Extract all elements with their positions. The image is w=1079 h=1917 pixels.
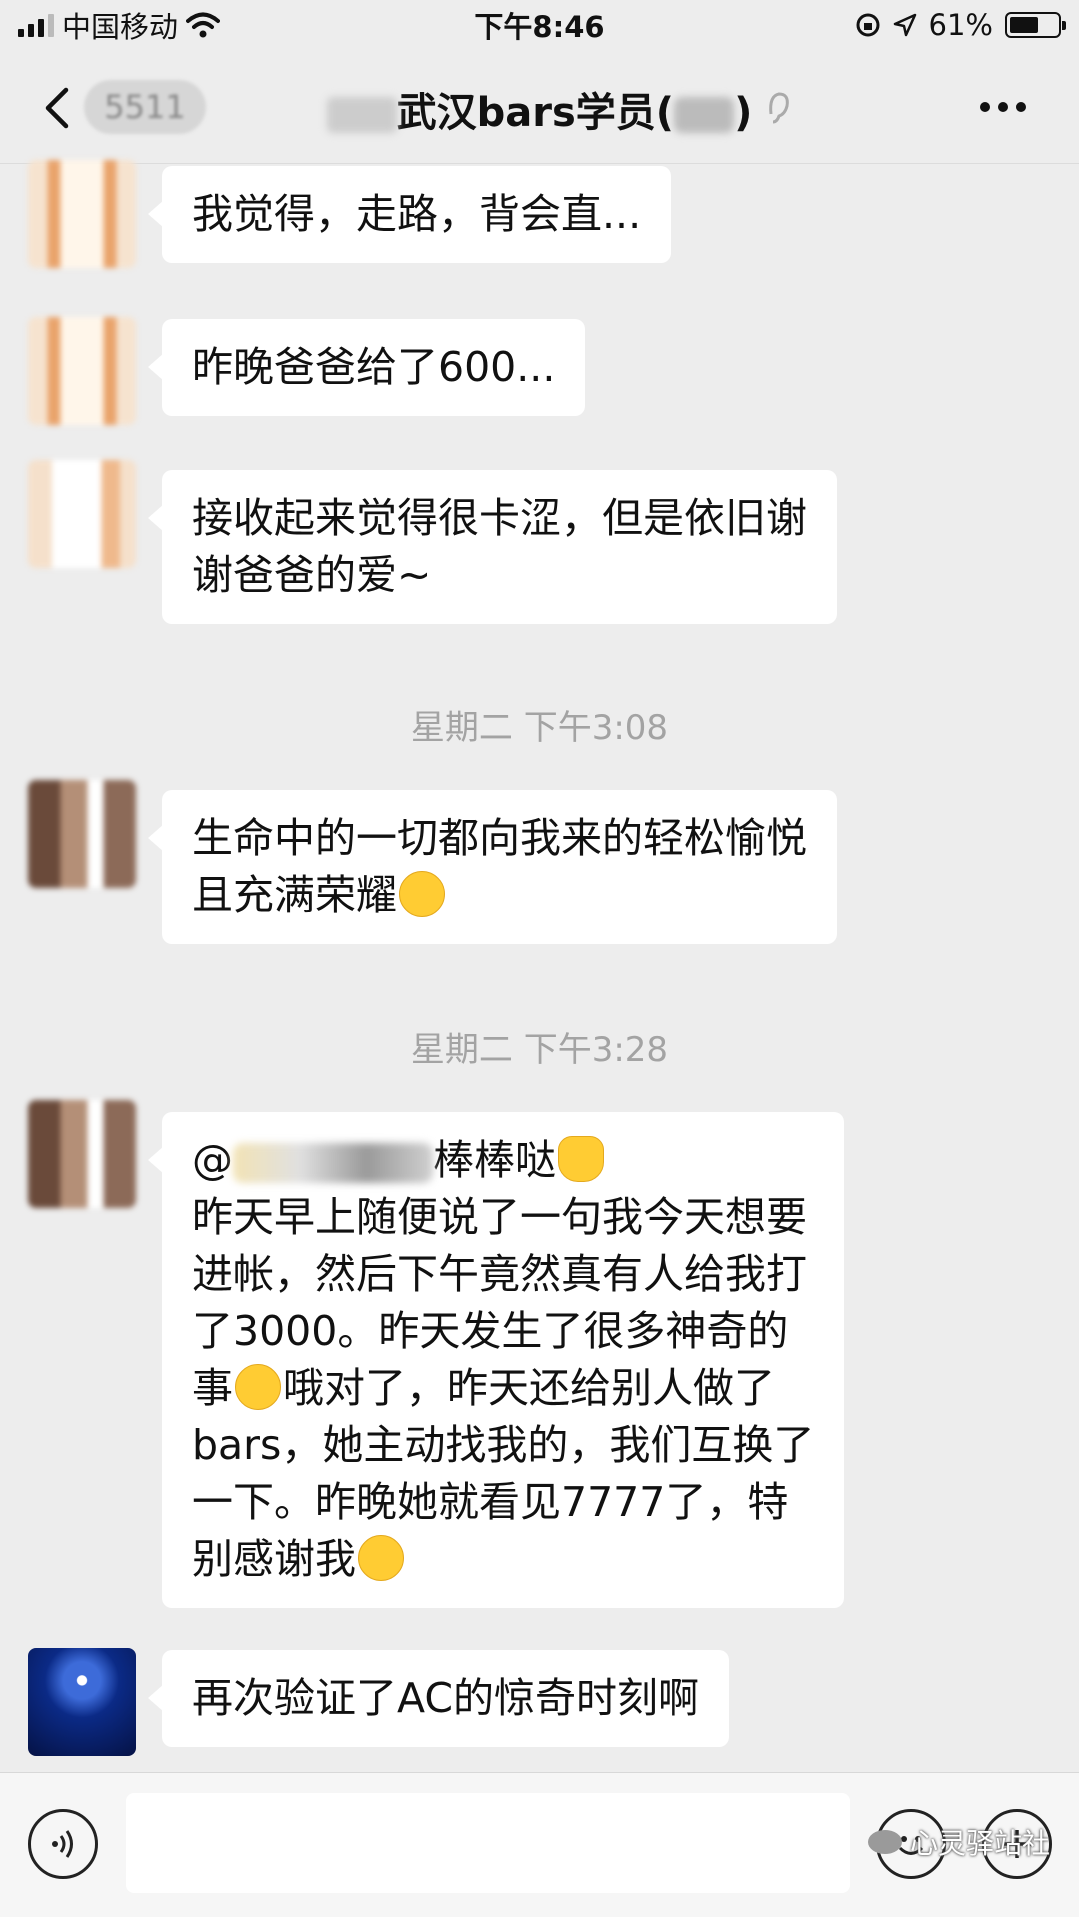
message-text: 一下。昨晚她就看见7777了，特 — [192, 1478, 789, 1526]
mention-at: @ — [192, 1136, 233, 1184]
battery-icon — [1005, 12, 1066, 38]
voice-icon[interactable] — [28, 1809, 98, 1879]
timestamp: 星期二 下午3:08 — [410, 708, 669, 748]
wink-tongue-emoji — [358, 1535, 404, 1581]
message-line: 且充满荣耀 — [192, 867, 807, 924]
message-text: 了3000。昨天发生了很多神奇的 — [192, 1307, 789, 1355]
smile-emoji — [399, 871, 445, 917]
message-text: 昨晚爸爸给了600... — [192, 343, 556, 391]
chat-title-suffix: ) — [734, 90, 753, 136]
message-bubble[interactable]: 生命中的一切都向我来的轻松愉悦 且充满荣耀 — [148, 790, 837, 944]
chat-nav-bar: 5511 武汉bars学员() — [0, 52, 1079, 164]
message-line: 别感谢我 — [192, 1531, 814, 1588]
chat-title-text: 武汉bars学员( — [396, 90, 675, 136]
message-text: 我觉得，走路，背会直... — [192, 190, 642, 238]
message-line: 事 哦对了，昨天还给别人做了 — [192, 1360, 814, 1417]
blurred-mention — [233, 1143, 433, 1183]
mute-icon — [769, 92, 789, 124]
battery-fill — [1010, 17, 1039, 33]
avatar[interactable] — [28, 160, 136, 268]
timestamp: 星期二 下午3:28 — [410, 1030, 669, 1070]
message-text: 事 — [192, 1364, 233, 1412]
message-text: 进帐，然后下午竟然真有人给我打 — [192, 1250, 807, 1298]
blurred-count — [674, 97, 735, 133]
watermark: 心灵驿站社 — [868, 1822, 1050, 1862]
message-bubble[interactable]: 昨晚爸爸给了600... — [147, 319, 586, 416]
chat-title[interactable]: 武汉bars学员() — [0, 80, 1079, 138]
avatar[interactable] — [28, 1100, 136, 1208]
watermark-text: 心灵驿站社 — [910, 1827, 1051, 1860]
status-left: 中国移动 — [18, 4, 221, 46]
message-text: bars，她主动找我的，我们互换了 — [192, 1421, 815, 1469]
mention-text: 棒棒哒 — [433, 1136, 556, 1184]
wechat-logo-icon — [868, 1830, 902, 1854]
message-text: 哦对了，昨天还给别人做了 — [283, 1364, 775, 1412]
status-bar: 中国移动 下午8:46 61% — [0, 0, 1079, 50]
avatar[interactable] — [28, 460, 136, 568]
carrier-label: 中国移动 — [62, 10, 179, 44]
message-text: 接收起来觉得很卡涩，但是依旧谢 — [192, 494, 807, 542]
message-text: 再次验证了AC的惊奇时刻啊 — [192, 1674, 699, 1722]
message-text: 昨天早上随便说了一句我今天想要 — [192, 1193, 807, 1241]
grin-emoji — [235, 1364, 281, 1410]
message-bubble[interactable]: 接收起来觉得很卡涩，但是依旧谢 谢爸爸的爱~ — [148, 470, 837, 624]
status-right: 61% — [855, 8, 1066, 42]
message-text: 别感谢我 — [192, 1535, 356, 1583]
message-bubble[interactable]: 再次验证了AC的惊奇时刻啊 — [148, 1650, 729, 1747]
more-icon[interactable] — [980, 102, 1026, 112]
thumbs-up-emoji — [558, 1136, 604, 1182]
message-text: 谢爸爸的爱~ — [192, 551, 432, 599]
avatar[interactable] — [28, 1648, 136, 1756]
orientation-lock-icon — [856, 13, 880, 37]
signal-icon — [18, 13, 54, 37]
wifi-icon — [186, 12, 221, 38]
battery-percent: 61% — [928, 8, 993, 42]
message-text: 且充满荣耀 — [192, 871, 397, 919]
message-bubble[interactable]: 我觉得，走路，背会直... — [147, 166, 672, 263]
avatar[interactable] — [28, 317, 136, 425]
message-text: 生命中的一切都向我来的轻松愉悦 — [192, 814, 807, 862]
location-icon — [893, 13, 916, 37]
message-bubble[interactable]: @ 棒棒哒 昨天早上随便说了一句我今天想要 进帐，然后下午竟然真有人给我打 了30… — [147, 1112, 845, 1608]
blurred-name — [326, 97, 397, 133]
message-input[interactable] — [126, 1793, 850, 1893]
avatar[interactable] — [28, 780, 136, 888]
mention-line: @ 棒棒哒 — [192, 1132, 814, 1189]
